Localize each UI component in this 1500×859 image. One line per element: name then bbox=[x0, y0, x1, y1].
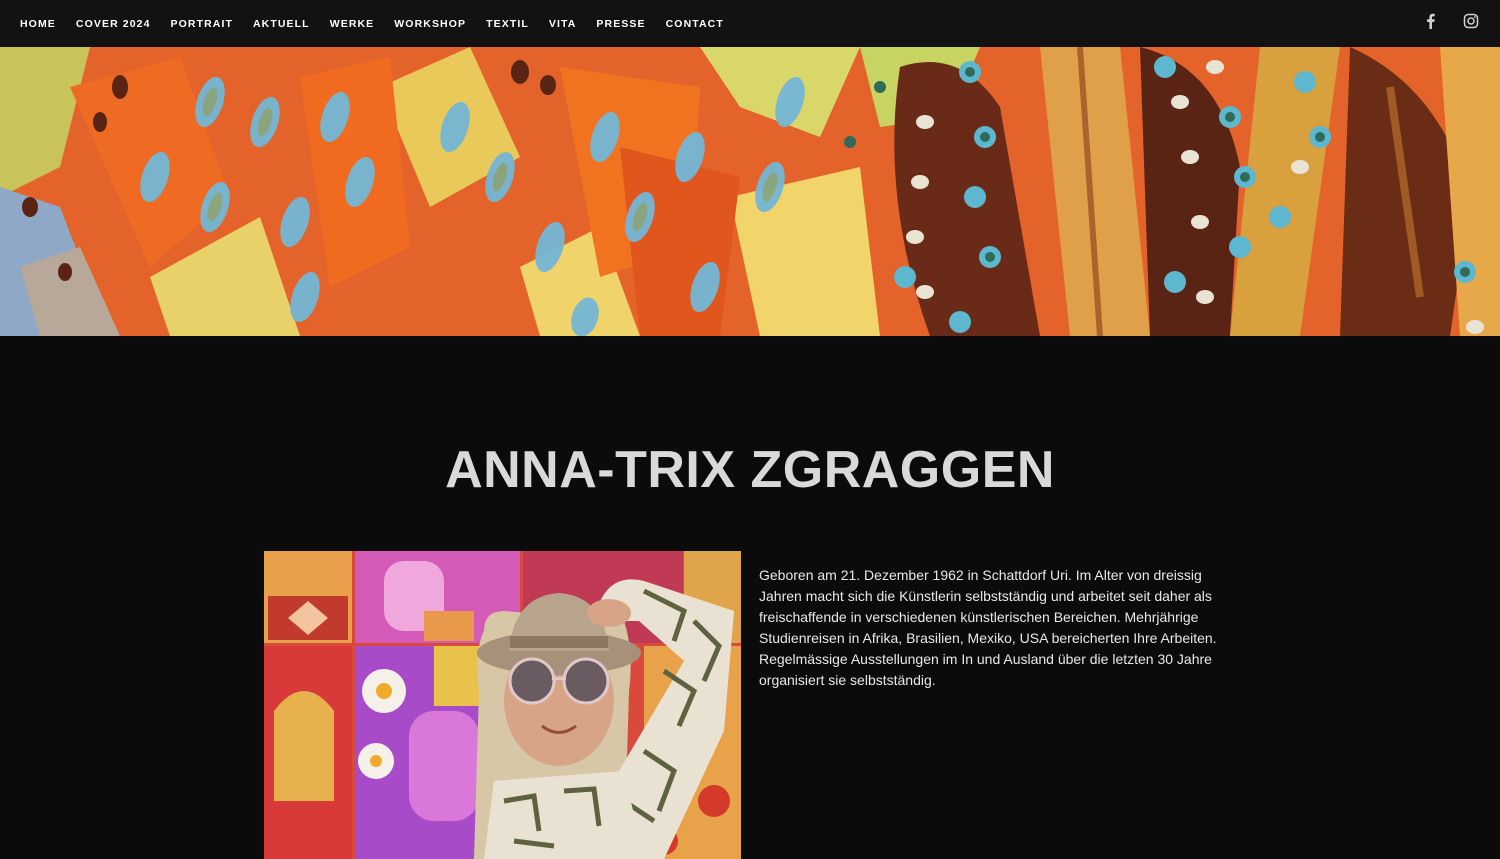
social-links bbox=[1422, 12, 1480, 30]
nav-item-werke[interactable]: WERKE bbox=[330, 18, 375, 30]
nav-item-textil[interactable]: TEXTIL bbox=[486, 18, 529, 30]
artist-bio-text: Geboren am 21. Dezember 1962 in Schattdo… bbox=[759, 567, 1217, 688]
nav-item-presse[interactable]: PRESSE bbox=[596, 18, 645, 30]
nav-item-vita[interactable]: VITA bbox=[549, 18, 577, 30]
nav-item-portrait[interactable]: PORTRAIT bbox=[171, 18, 233, 30]
instagram-icon[interactable] bbox=[1462, 12, 1480, 30]
nav-item-aktuell[interactable]: AKTUELL bbox=[253, 18, 310, 30]
nav-menu: HOME COVER 2024 PORTRAIT AKTUELL WERKE W… bbox=[20, 18, 744, 30]
artist-portrait-image bbox=[264, 551, 741, 859]
nav-item-workshop[interactable]: WORKSHOP bbox=[394, 18, 466, 30]
nav-item-contact[interactable]: CONTACT bbox=[666, 18, 724, 30]
nav-item-cover-2024[interactable]: COVER 2024 bbox=[76, 18, 151, 30]
top-navigation: HOME COVER 2024 PORTRAIT AKTUELL WERKE W… bbox=[0, 0, 1500, 47]
page-title: ANNA-TRIX ZGRAGGEN bbox=[445, 441, 1055, 499]
nav-item-home[interactable]: HOME bbox=[20, 18, 56, 30]
hero-banner-image bbox=[0, 47, 1500, 336]
facebook-icon[interactable] bbox=[1422, 12, 1440, 30]
